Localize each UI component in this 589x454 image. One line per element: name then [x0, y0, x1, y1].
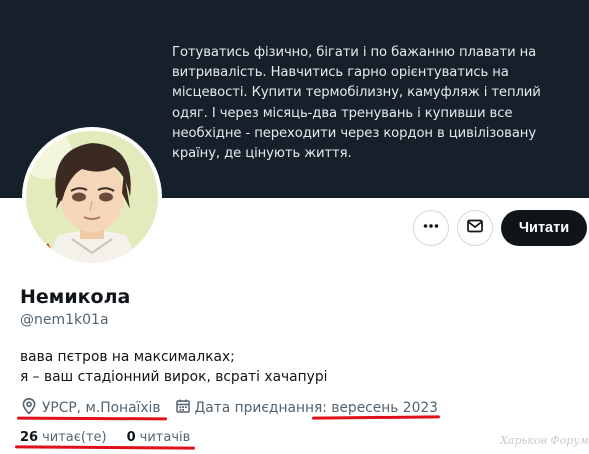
followers-label: читачів: [139, 430, 191, 445]
following-label: читає(те): [42, 430, 107, 445]
followers-link[interactable]: 0 читачів: [127, 430, 191, 445]
following-link[interactable]: 26 читає(те): [20, 430, 107, 445]
annotation-underline-join-date: [311, 415, 441, 420]
location-item: УРСР, м.Понаїхів: [20, 397, 161, 419]
profile-bio: вава пєтров на максималках; я – ваш стад…: [20, 347, 327, 387]
following-count: 26: [20, 430, 39, 445]
more-icon: [422, 217, 440, 240]
message-button[interactable]: [457, 210, 493, 246]
profile-handle: @nem1k01a: [20, 312, 109, 328]
annotation-underline-stats: [14, 445, 196, 450]
banner-text: Готуватись фізично, бігати і по бажанню …: [172, 45, 541, 162]
more-button[interactable]: [413, 210, 449, 246]
profile-stats: 26 читає(те) 0 читачів: [20, 430, 210, 445]
profile-name: Немикола: [20, 286, 131, 308]
bio-line-2: я – ваш стадіонний вирок, всраті хачапур…: [20, 369, 328, 385]
followers-count: 0: [126, 430, 136, 445]
profile-actions: Читати: [0, 210, 589, 250]
follow-button[interactable]: Читати: [501, 210, 587, 246]
location-text: УРСР, м.Понаїхів: [42, 400, 161, 416]
annotation-underline-location: [16, 416, 168, 421]
mail-icon: [466, 217, 484, 240]
watermark: Харьков Форум: [500, 434, 589, 447]
join-date-text: Дата приєднання: вересень 2023: [194, 400, 438, 416]
calendar-icon: [175, 398, 195, 418]
bio-line-1: вава пєтров на максималках;: [20, 349, 235, 365]
